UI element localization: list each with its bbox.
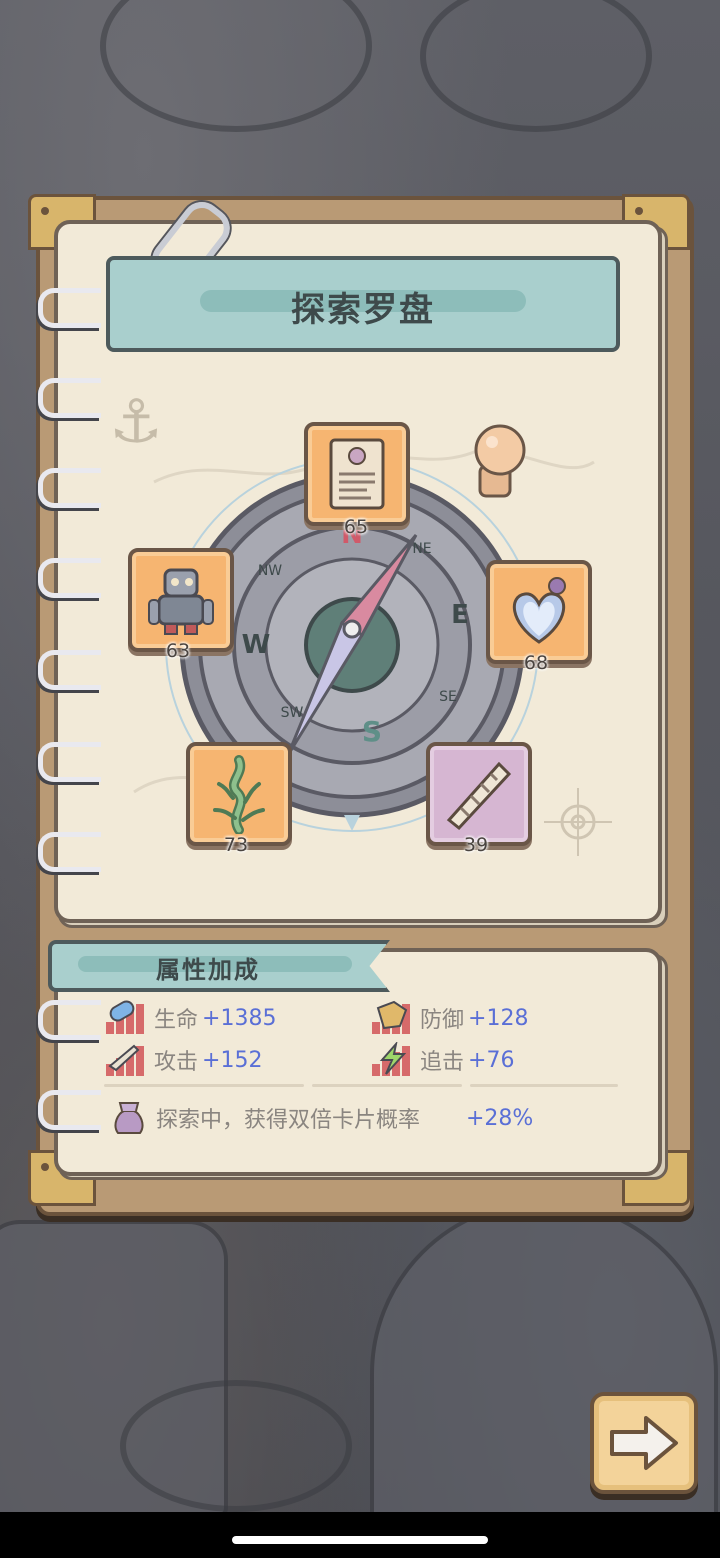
horn-icon: [446, 761, 512, 831]
compass-letter-ne: NE: [412, 541, 431, 557]
stat-label: 生命: [154, 1008, 199, 1033]
card-level: 65: [343, 516, 369, 538]
divider: [470, 1084, 618, 1087]
binder-ring: [38, 378, 101, 418]
seaweed-icon: [213, 755, 265, 834]
bg-coil: [120, 1380, 352, 1512]
card-slot-horn[interactable]: [426, 742, 532, 846]
double-card-chance: 探索中，获得双倍卡片概率 +28%: [110, 1098, 533, 1138]
stat-attack: 攻击 +152: [104, 1042, 262, 1078]
arrow-right-icon: [610, 1416, 678, 1470]
stat-defense: 防御 +128: [370, 1000, 528, 1036]
divider: [312, 1084, 462, 1087]
card-level: 63: [165, 640, 191, 662]
scroll-icon: [329, 438, 385, 510]
next-button[interactable]: [590, 1392, 698, 1494]
binder-ring: [38, 1000, 101, 1040]
stat-label: 攻击: [154, 1050, 199, 1075]
stat-value: +1385: [202, 1005, 277, 1031]
card-slot-scroll[interactable]: [304, 422, 410, 526]
compass-letter-w: W: [242, 630, 271, 660]
stat-value: +128: [468, 1005, 529, 1031]
stat-label: 追击: [420, 1050, 465, 1075]
home-indicator[interactable]: [232, 1536, 488, 1544]
card-slot-seaweed[interactable]: [186, 742, 292, 846]
card-slot-gem[interactable]: [486, 560, 592, 664]
stat-pursuit: 追击 +76: [370, 1042, 514, 1078]
title-banner: 探索罗盘: [106, 256, 620, 352]
bonus-banner: 属性加成: [48, 940, 390, 992]
compass-letter-s: S: [362, 715, 382, 748]
compass-rose-icon: [544, 788, 612, 856]
card-level: 73: [223, 834, 249, 856]
binder-ring: [38, 558, 101, 598]
anchor-icon: ⚓: [109, 387, 163, 457]
heart-gem-icon: [512, 577, 566, 644]
chance-value: +28%: [466, 1105, 534, 1131]
shield-icon: [372, 1000, 410, 1034]
card-level: 68: [523, 652, 549, 674]
binder-ring: [38, 1090, 101, 1130]
lightning-icon: [372, 1042, 410, 1076]
stat-value: +152: [202, 1047, 263, 1073]
compass-letter-e: E: [451, 600, 469, 630]
binder-ring: [38, 288, 101, 328]
card-slot-robot[interactable]: [128, 548, 234, 652]
binder-ring: [38, 742, 101, 782]
binder-ring: [38, 468, 101, 508]
page-title: 探索罗盘: [291, 290, 435, 330]
divider: [104, 1084, 304, 1087]
hp-pill-icon: [106, 1000, 144, 1034]
stat-value: +76: [468, 1047, 515, 1073]
stat-hp: 生命 +1385: [104, 1000, 276, 1036]
pouch-icon: [114, 1102, 144, 1134]
chance-label: 探索中，获得双倍卡片概率: [156, 1108, 421, 1133]
compass-letter-se: SE: [439, 689, 457, 705]
compass-letter-sw: SW: [281, 705, 304, 721]
sword-icon: [106, 1044, 144, 1076]
compass-letter-nw: NW: [258, 563, 282, 579]
stat-label: 防御: [420, 1008, 465, 1033]
robot-icon: [148, 568, 214, 635]
home-bar: [0, 1512, 720, 1558]
card-level: 39: [463, 834, 489, 856]
bonus-title: 属性加成: [156, 956, 260, 984]
binder-ring: [38, 832, 101, 872]
binder-ring: [38, 650, 101, 690]
